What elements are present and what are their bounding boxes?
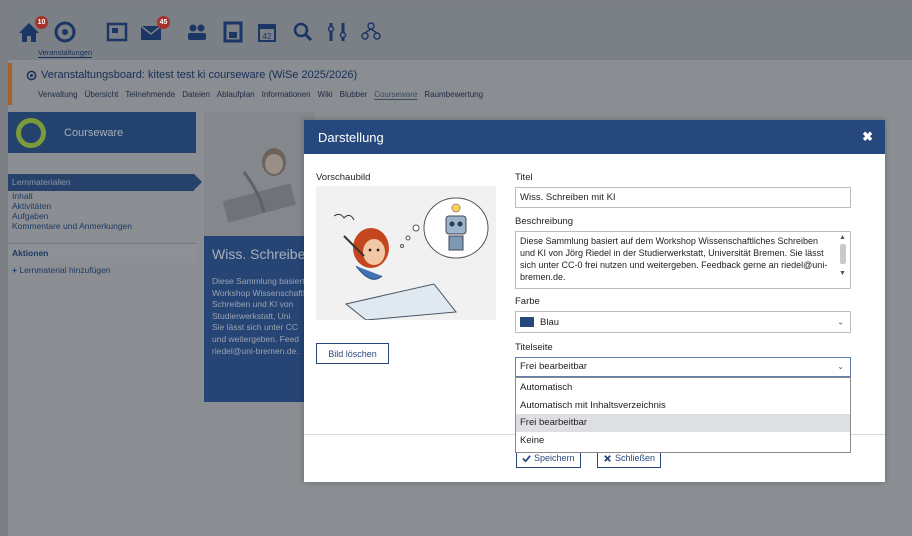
card-body: Wiss. Schreiben mit KI Diese Sammlung ba… — [204, 236, 314, 402]
tab-informationen[interactable]: Informationen — [262, 90, 311, 100]
card-desc-line: und weitergeben. Feed — [212, 333, 299, 344]
card-desc-line: Workshop Wissenschaftl — [212, 287, 305, 298]
color-label: Farbe — [515, 296, 540, 307]
card-desc-line: Sie lässt sich unter CC — [212, 322, 298, 333]
card-desc-line: riedel@uni-bremen.de. — [212, 345, 299, 356]
tab-raumbewertung[interactable]: Raumbewertung — [424, 90, 483, 100]
color-select[interactable]: Blau ⌄ — [515, 311, 851, 333]
course-context-bar: Veranstaltungsboard: kitest test ki cour… — [8, 63, 912, 105]
preview-image — [316, 186, 496, 320]
description-text: Diese Sammlung basiert auf dem Workshop … — [520, 236, 828, 282]
tab-teilnehmende[interactable]: Teilnehmende — [125, 90, 175, 100]
titlepage-value: Frei bearbeitbar — [520, 361, 588, 372]
add-material-link[interactable]: + Lernmaterial hinzufügen — [8, 262, 196, 278]
tab-uebersicht[interactable]: Übersicht — [85, 90, 119, 100]
sidebar-item-inhalt[interactable]: Inhalt — [8, 191, 196, 201]
sidebar-item-aktivitaeten[interactable]: Aktivitäten — [8, 201, 196, 211]
actions-heading: Aktionen — [8, 244, 196, 262]
scroll-thumb[interactable] — [840, 244, 846, 264]
delete-image-button[interactable]: Bild löschen — [316, 343, 389, 364]
card-desc-line: Diese Sammlung basiert — [212, 276, 305, 286]
card-desc-line: Schreiben und KI von — [212, 299, 294, 310]
checkmark-icon — [522, 454, 531, 463]
titlepage-option-frei[interactable]: Frei bearbeitbar — [516, 414, 850, 432]
x-icon — [604, 454, 611, 462]
sidebar-item-lernmaterialien[interactable]: Lernmaterialien — [8, 174, 202, 191]
news-icon[interactable] — [104, 20, 130, 44]
messages-icon[interactable]: 45 — [138, 16, 170, 44]
courseware-sidebar: Courseware Lernmaterialien Inhalt Aktivi… — [8, 112, 202, 278]
admin-icon[interactable] — [358, 20, 384, 44]
card-desc-line: Studierwerkstatt, Uni — [212, 310, 291, 321]
course-tabs: Verwaltung Übersicht Teilnehmende Dateie… — [38, 90, 483, 100]
textarea-scrollbar[interactable]: ▲ ▼ — [838, 234, 848, 286]
tab-verwaltung[interactable]: Verwaltung — [38, 90, 78, 100]
search-icon[interactable] — [290, 20, 316, 44]
plus-icon: + — [12, 265, 17, 275]
sidebar-header: Courseware — [8, 112, 196, 153]
description-textarea[interactable]: Diese Sammlung basiert auf dem Workshop … — [515, 231, 851, 289]
description-label: Beschreibung — [515, 216, 574, 227]
titlepage-dropdown-list: Automatisch Automatisch mit Inhaltsverze… — [515, 377, 851, 453]
profile-icon[interactable] — [220, 20, 246, 44]
svg-text:42: 42 — [263, 32, 272, 41]
courses-icon[interactable] — [52, 20, 78, 44]
material-card[interactable]: Wiss. Schreiben mit KI Diese Sammlung ba… — [204, 112, 314, 402]
tab-dateien[interactable]: Dateien — [182, 90, 210, 100]
add-material-label: Lernmaterial hinzufügen — [19, 265, 111, 275]
title-input[interactable]: Wiss. Schreiben mit KI — [515, 187, 851, 208]
community-icon[interactable] — [184, 20, 210, 44]
color-swatch — [520, 317, 534, 327]
scroll-down-icon[interactable]: ▼ — [839, 268, 846, 280]
title-label: Titel — [515, 172, 533, 183]
tab-ablaufplan[interactable]: Ablaufplan — [217, 90, 255, 100]
messages-badge: 45 — [157, 16, 170, 29]
close-icon[interactable]: ✖ — [862, 129, 873, 145]
card-description: Diese Sammlung basiert Workshop Wissensc… — [212, 276, 306, 357]
chevron-down-icon: ⌄ — [837, 362, 844, 371]
titlepage-label: Titelseite — [515, 342, 553, 353]
tab-wiki[interactable]: Wiki — [318, 90, 333, 100]
start-badge: 10 — [35, 16, 48, 29]
dialog-header: Darstellung ✖ — [304, 120, 885, 154]
tab-blubber[interactable]: Blubber — [340, 90, 368, 100]
chevron-down-icon: ⌄ — [837, 317, 844, 327]
sidebar-actions: Aktionen + Lernmaterial hinzufügen — [8, 243, 196, 278]
titlepage-option-automatisch-toc[interactable]: Automatisch mit Inhaltsverzeichnis — [516, 397, 850, 415]
top-navigation: 10 Veranstaltungen 45 42 — [8, 8, 912, 60]
card-thumbnail — [204, 112, 314, 236]
save-label: Speichern — [534, 453, 575, 463]
color-value: Blau — [540, 316, 560, 328]
titlepage-option-automatisch[interactable]: Automatisch — [516, 379, 850, 397]
home-icon[interactable]: 10 — [16, 16, 48, 44]
display-settings-dialog: Darstellung ✖ Vorschaubild Bild löschen … — [304, 120, 885, 482]
sidebar-item-kommentare[interactable]: Kommentare und Anmerkungen — [8, 221, 196, 231]
titlepage-select[interactable]: Frei bearbeitbar ⌄ — [515, 357, 851, 377]
course-title: Veranstaltungsboard: kitest test ki cour… — [41, 69, 358, 81]
sidebar-title: Courseware — [64, 126, 124, 139]
preview-label: Vorschaubild — [316, 172, 371, 183]
scroll-up-icon[interactable]: ▲ — [839, 232, 846, 244]
calendar-icon[interactable]: 42 — [254, 20, 280, 44]
tools-icon[interactable] — [324, 20, 350, 44]
courseware-logo — [16, 117, 46, 148]
tab-courseware[interactable]: Courseware — [374, 90, 418, 100]
close-label: Schließen — [615, 453, 656, 463]
card-title: Wiss. Schreiben mit KI — [212, 246, 314, 262]
dialog-title: Darstellung — [318, 129, 384, 145]
sidebar-item-aufgaben[interactable]: Aufgaben — [8, 211, 196, 221]
nav-active-label[interactable]: Veranstaltungen — [38, 48, 93, 58]
titlepage-option-keine[interactable]: Keine — [516, 432, 850, 450]
course-icon — [26, 70, 37, 80]
